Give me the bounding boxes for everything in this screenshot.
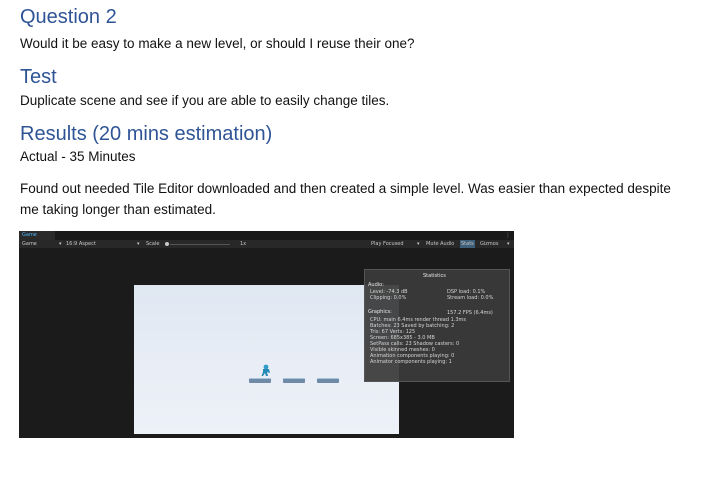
game-tab-bar: Game ⋮ (19, 231, 514, 240)
play-focused-dropdown[interactable]: Play Focused (371, 240, 404, 248)
audio-clipping: Clipping: 0.0% (370, 295, 407, 301)
gizmos-button[interactable]: Gizmos (480, 240, 498, 248)
aspect-dropdown[interactable]: 16:9 Aspect (66, 240, 96, 248)
question-heading: Question 2 (20, 6, 117, 28)
stream-load: Stream load: 0.0% (447, 295, 494, 301)
test-heading: Test (20, 66, 57, 88)
chevron-down-icon: ▾ (417, 241, 420, 247)
platform-tile (317, 378, 339, 383)
scale-slider-track[interactable] (170, 244, 230, 245)
chevron-down-icon: ▾ (137, 241, 140, 247)
game-toolbar: Game ▾ 16:9 Aspect ▾ Scale 1x Play Focus… (19, 240, 514, 248)
scale-value: 1x (240, 241, 247, 247)
unity-game-view-screenshot: Game ⋮ Game ▾ 16:9 Aspect ▾ Scale 1x Pla… (19, 231, 514, 438)
statistics-panel: Statistics Audio: Level: -74.3 dB Clippi… (364, 269, 510, 382)
chevron-down-icon: ▾ (59, 241, 62, 247)
test-text: Duplicate scene and see if you are able … (20, 93, 390, 108)
player-character (261, 364, 270, 376)
fps-readout: 157.2 FPS (6.4ms) (447, 310, 493, 316)
findings-paragraph: Found out needed Tile Editor downloaded … (20, 181, 671, 217)
stats-button[interactable]: Stats (460, 240, 475, 248)
game-tab-label: Game (22, 232, 37, 238)
display-dropdown[interactable]: Game (22, 240, 37, 248)
game-viewport: Statistics Audio: Level: -74.3 dB Clippi… (19, 248, 514, 438)
audio-header: Audio: (368, 282, 384, 288)
graphics-header: Graphics: (368, 309, 392, 315)
chevron-down-icon: ▾ (507, 241, 510, 247)
stats-title: Statistics (423, 273, 446, 279)
results-heading: Results (20 mins estimation) (20, 123, 273, 145)
animator-components-stat: Animator components playing: 1 (370, 359, 452, 365)
mute-audio-button[interactable]: Mute Audio (426, 240, 454, 248)
scale-slider-handle[interactable] (165, 242, 169, 246)
kebab-menu-icon[interactable]: ⋮ (505, 231, 511, 240)
game-render-area[interactable] (134, 285, 399, 434)
platform-tile (249, 378, 271, 383)
platform-tile (283, 378, 305, 383)
actual-time-text: Actual - 35 Minutes (20, 149, 136, 164)
game-tab[interactable]: Game (19, 231, 55, 240)
question-text: Would it be easy to make a new level, or… (20, 36, 415, 51)
scale-label: Scale (146, 241, 160, 247)
